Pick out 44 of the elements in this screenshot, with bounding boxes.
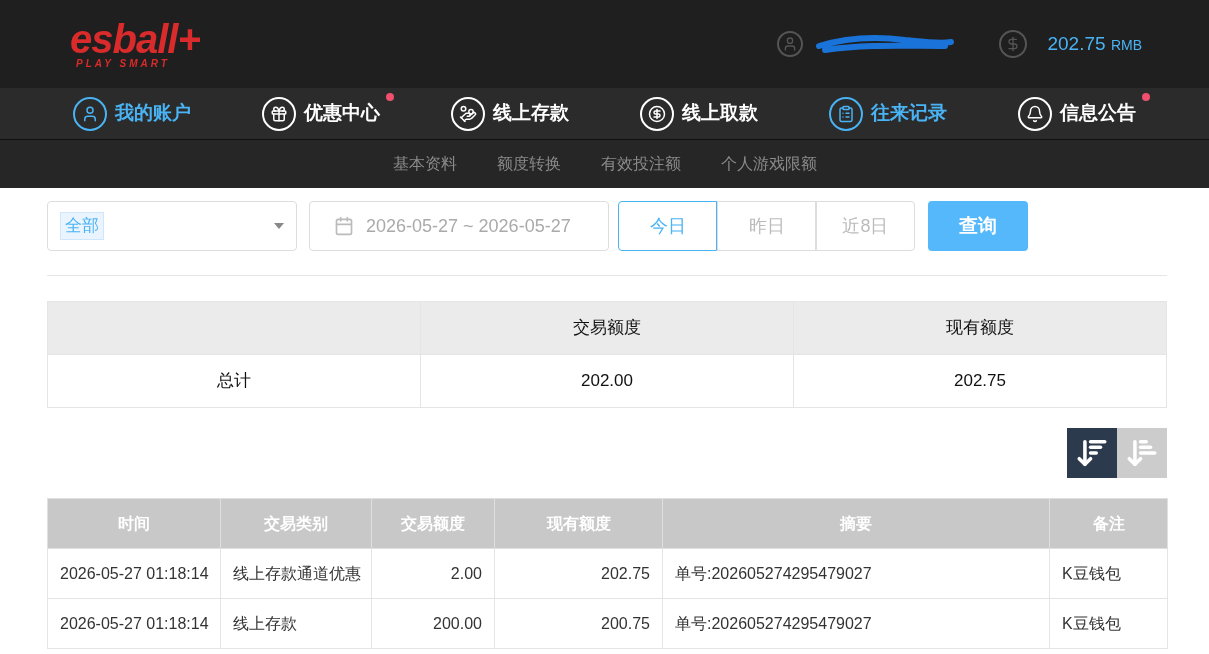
nav-tab[interactable]: 线上存款: [451, 96, 569, 131]
summary-header: 交易额度: [420, 301, 794, 355]
table-cell: 200.00: [371, 598, 495, 649]
dropdown-caret-icon: [274, 223, 284, 229]
clipboard-icon: [829, 96, 863, 131]
logo-tagline: PLAY SMART: [76, 59, 171, 69]
table-cell: 线上存款通道优惠: [220, 548, 372, 599]
subnav-link[interactable]: 额度转换: [496, 152, 561, 176]
sort-descending-button[interactable]: [1067, 428, 1117, 478]
logo-wordmark[interactable]: esball+: [70, 19, 200, 59]
dollar-coin-icon: [640, 96, 674, 131]
gift-icon: [262, 96, 296, 131]
summary-label: 总计: [47, 354, 421, 408]
range-tab[interactable]: 今日: [618, 201, 717, 251]
nav-tab[interactable]: 我的账户: [73, 96, 191, 131]
summary-value: 202.75: [793, 354, 1167, 408]
calendar-icon: [334, 216, 354, 236]
summary-value: 202.00: [420, 354, 794, 408]
table-cell: 线上存款: [220, 598, 372, 649]
table-cell: 单号:202605274295479027: [662, 548, 1050, 599]
subnav-link[interactable]: 有效投注额: [600, 152, 681, 176]
nav-tab[interactable]: 优惠中心: [262, 96, 380, 131]
summary-header: 现有额度: [793, 301, 1167, 355]
table-cell: K豆钱包: [1049, 548, 1168, 599]
selected-tag: 全部: [60, 212, 104, 240]
user-icon: [777, 31, 804, 57]
table-cell: K豆钱包: [1049, 598, 1168, 649]
subnav-link[interactable]: 基本资料: [392, 152, 457, 176]
user-icon: [73, 96, 107, 131]
table-cell: 202.75: [494, 548, 663, 599]
bell-icon: [1018, 96, 1052, 131]
balance-amount: 202.75 RMB: [1047, 31, 1142, 56]
table-cell: 2.00: [371, 548, 495, 599]
table-cell: 单号:202605274295479027: [662, 598, 1050, 649]
date-range-field[interactable]: 2026-05-27 ~ 2026-05-27: [309, 201, 609, 251]
hand-coins-icon: [451, 96, 485, 131]
nav-tab[interactable]: 往来记录: [829, 96, 947, 131]
table-cell: 2026-05-27 01:18:14: [47, 598, 221, 649]
subnav-link[interactable]: 个人游戏限额: [720, 152, 817, 176]
nav-tab[interactable]: 线上取款: [640, 96, 758, 131]
nav-tab[interactable]: 信息公告: [1018, 96, 1136, 131]
dollar-icon: [999, 30, 1028, 58]
table-cell: 200.75: [494, 598, 663, 649]
table-cell: 2026-05-27 01:18:14: [47, 548, 221, 599]
